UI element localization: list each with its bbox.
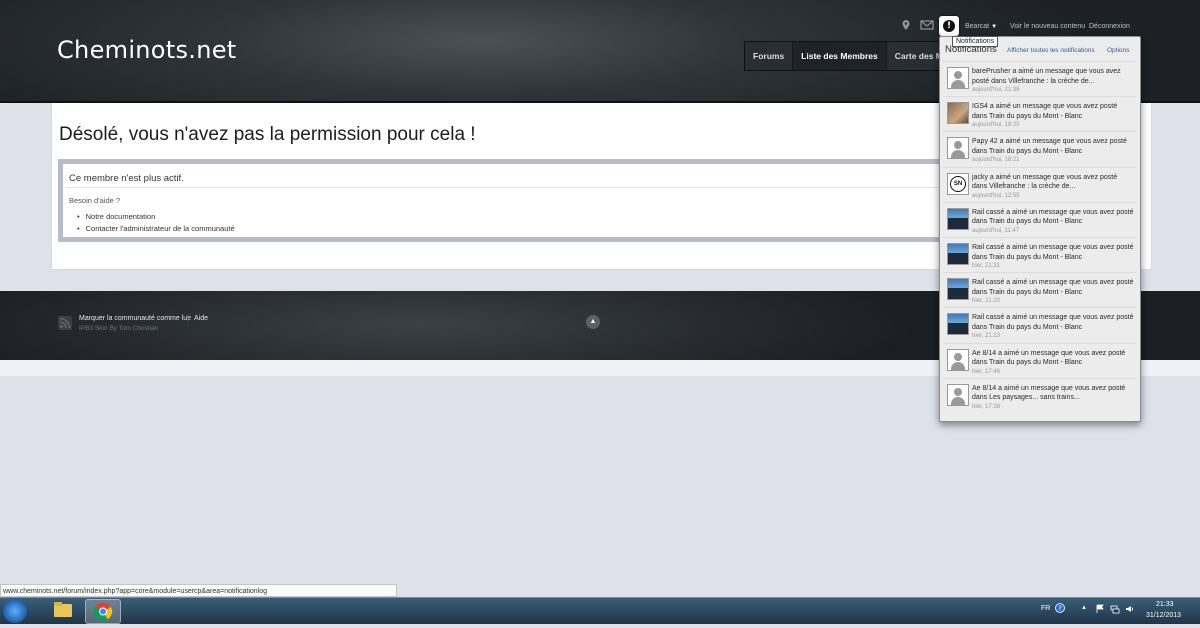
notification-item[interactable]: SN jacky a aimé un message que vous avez … xyxy=(943,166,1136,203)
avatar[interactable] xyxy=(947,348,969,371)
avatar[interactable] xyxy=(947,67,969,89)
tab-forums[interactable]: Forums xyxy=(745,42,794,70)
notification-item[interactable]: Ae 8/14 a aimé un message que vous avez … xyxy=(943,377,1136,414)
folder-icon xyxy=(54,602,72,617)
notification-text[interactable]: Ae 8/14 a aimé un message que vous avez … xyxy=(972,349,1134,368)
main-nav: Forums Liste des Membres Carte des Me xyxy=(744,41,958,71)
site-logo[interactable]: Cheminots.net xyxy=(57,36,237,64)
notification-item[interactable]: Rail cassé a aimé un message que vous av… xyxy=(943,272,1136,308)
notification-item[interactable]: IGS4 a aimé un message que vous avez pos… xyxy=(943,96,1136,132)
notification-text[interactable]: IGS4 a aimé un message que vous avez pos… xyxy=(972,102,1134,121)
notification-item[interactable]: barePrusher a aimé un message que vous a… xyxy=(943,61,1136,97)
avatar[interactable] xyxy=(947,243,969,265)
back-to-top-icon[interactable]: ▲ xyxy=(586,315,600,329)
notification-time: hier, 17:46 xyxy=(972,368,1001,375)
sn-badge-icon: SN xyxy=(950,175,966,192)
avatar[interactable] xyxy=(947,102,969,125)
notification-text[interactable]: Ae 8/14 a aimé un message que vous avez … xyxy=(972,384,1134,403)
chrome-button[interactable] xyxy=(85,599,121,624)
chevron-down-icon: ▼ xyxy=(991,24,998,30)
notification-text[interactable]: Rail cassé a aimé un message que vous av… xyxy=(972,208,1134,227)
user-menu[interactable]: Bearcat ▼ xyxy=(965,23,997,30)
notification-time: aujourd'hui, 11:47 xyxy=(972,227,1020,234)
help-title: Besoin d'aide ? xyxy=(69,196,121,205)
rss-icon[interactable] xyxy=(58,316,72,330)
mark-read-link[interactable]: Marquer la communauté comme lue xyxy=(79,315,191,322)
notification-text[interactable]: Rail cassé a aimé un message que vous av… xyxy=(972,278,1134,297)
default-avatar-body xyxy=(951,80,965,88)
help-link[interactable]: Aide xyxy=(194,315,208,322)
avatar[interactable] xyxy=(947,137,969,160)
notification-time: hier, 21:31 xyxy=(972,263,1001,269)
default-avatar-head xyxy=(954,71,962,79)
notification-item[interactable]: Rail cassé a aimé un message que vous av… xyxy=(943,237,1136,273)
location-icon[interactable] xyxy=(900,19,912,31)
svg-text:?: ? xyxy=(1058,605,1062,613)
default-avatar-body xyxy=(951,361,965,370)
notification-text[interactable]: Papy 42 a aimé un message que vous avez … xyxy=(972,137,1134,156)
network-icon[interactable] xyxy=(1110,604,1120,614)
footer-separator: | xyxy=(187,315,189,322)
avatar[interactable] xyxy=(947,383,969,406)
volume-icon[interactable] xyxy=(1125,604,1135,614)
avatar[interactable] xyxy=(947,313,969,336)
error-message: Ce membre n'est plus actif. xyxy=(69,173,184,184)
help-icon[interactable]: ? xyxy=(1055,603,1065,613)
default-avatar-head xyxy=(954,352,962,361)
default-avatar-body xyxy=(951,150,965,159)
default-avatar-head xyxy=(954,141,962,150)
notification-time: hier, 17:38 xyxy=(972,403,1001,410)
chrome-icon xyxy=(93,602,113,621)
help-link-contact-admin[interactable]: Contacter l'administrateur de la communa… xyxy=(77,223,235,235)
show-hidden-icons-icon[interactable]: ▲ xyxy=(1081,605,1087,611)
notifications-tooltip: Notifications xyxy=(952,36,999,47)
clock-date[interactable]: 31/12/2013 xyxy=(1146,612,1181,619)
logout-link[interactable]: Déconnexion xyxy=(1089,23,1130,30)
notification-time: hier, 21:20 xyxy=(972,298,1001,305)
flag-icon[interactable] xyxy=(1095,604,1105,614)
skin-credit: IPB3 Skin By Tom Christian xyxy=(79,325,159,332)
help-list: Notre documentation Contacter l'administ… xyxy=(77,211,235,235)
notification-item[interactable]: Rail cassé a aimé un message que vous av… xyxy=(943,201,1136,238)
avatar[interactable] xyxy=(947,278,969,301)
avatar[interactable]: SN xyxy=(947,172,969,195)
taskbar xyxy=(0,597,1200,624)
notification-text[interactable]: barePrusher a aimé un message que vous a… xyxy=(972,67,1134,86)
page-title: Désolé, vous n'avez pas la permission po… xyxy=(59,124,476,145)
explorer-button[interactable] xyxy=(46,599,80,622)
notification-item[interactable]: Papy 42 a aimé un message que vous avez … xyxy=(943,131,1136,167)
notification-options-link[interactable]: Options xyxy=(1107,47,1129,54)
clock-time[interactable]: 21:33 xyxy=(1156,601,1174,608)
new-content-link[interactable]: Voir le nouveau contenu xyxy=(1010,23,1085,30)
default-avatar-head xyxy=(954,387,962,396)
username: Bearcat xyxy=(965,23,990,30)
notification-text[interactable]: Rail cassé a aimé un message que vous av… xyxy=(972,243,1134,262)
avatar[interactable] xyxy=(947,207,969,230)
notification-item[interactable]: Rail cassé a aimé un message que vous av… xyxy=(943,307,1136,343)
notification-item[interactable]: Ae 8/14 a aimé un message que vous avez … xyxy=(943,342,1136,379)
notifications-button[interactable]: ! xyxy=(939,16,959,36)
notification-text[interactable]: jacky a aimé un message que vous avez po… xyxy=(972,173,1134,192)
tab-members[interactable]: Liste des Membres xyxy=(793,42,887,70)
help-link-documentation[interactable]: Notre documentation xyxy=(77,211,235,223)
mail-icon[interactable] xyxy=(920,19,934,31)
notification-time: aujourd'hui, 12:55 xyxy=(972,192,1020,199)
start-button[interactable] xyxy=(3,599,27,623)
notification-time: aujourd'hui, 18:25 xyxy=(972,122,1020,129)
language-indicator[interactable]: FR xyxy=(1041,605,1050,612)
alert-icon: ! xyxy=(943,20,955,32)
show-all-notifications-link[interactable]: Afficher toutes les notifications xyxy=(1007,47,1095,54)
status-url: www.cheminots.net/forum/index.php?app=co… xyxy=(0,584,397,597)
notification-time: aujourd'hui, 21:38 xyxy=(972,87,1020,93)
notification-time: aujourd'hui, 18:21 xyxy=(972,157,1020,164)
notification-text[interactable]: Rail cassé a aimé un message que vous av… xyxy=(972,313,1134,332)
default-avatar-body xyxy=(951,396,965,405)
notification-time: hier, 21:13 xyxy=(972,333,1001,340)
